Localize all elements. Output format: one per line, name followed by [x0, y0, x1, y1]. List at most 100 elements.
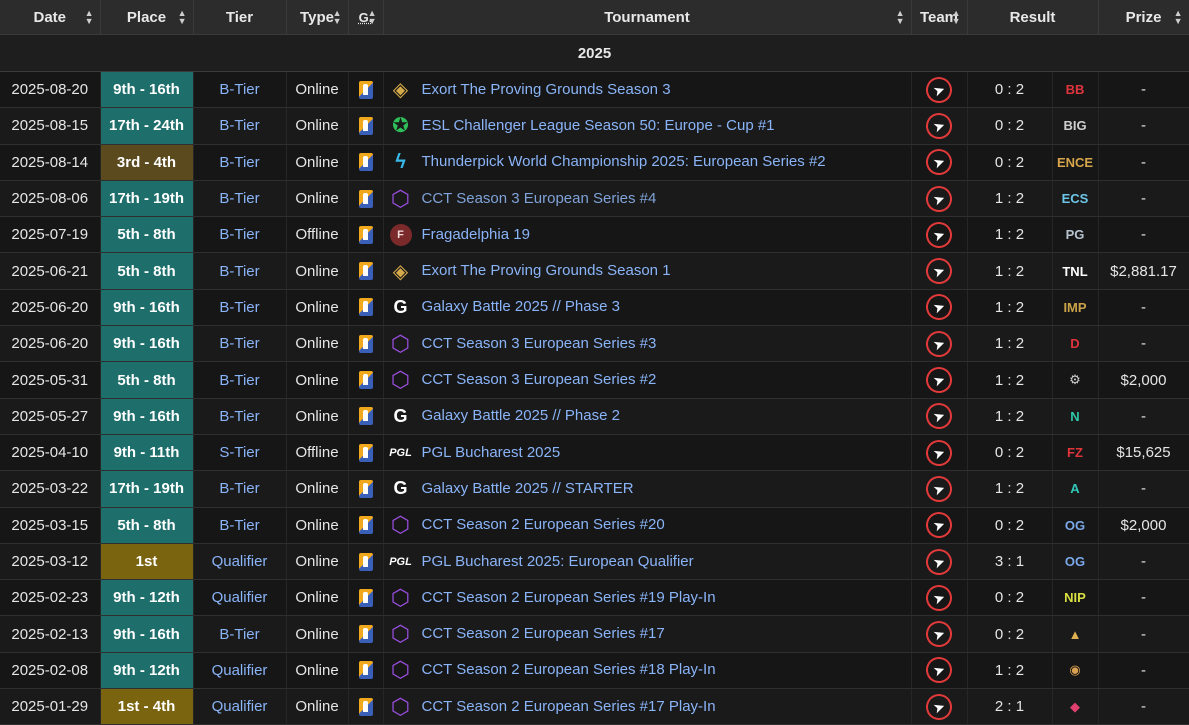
team-logo-icon[interactable]: ➤	[922, 653, 956, 688]
col-date[interactable]: Date ▲ ▼	[0, 0, 101, 35]
cct-icon[interactable]: ⬡	[388, 331, 414, 356]
col-prize[interactable]: Prize ▲ ▼	[1098, 0, 1189, 35]
team-logo-icon[interactable]: ➤	[922, 254, 956, 288]
tier-link[interactable]: Qualifier	[193, 688, 287, 725]
team-logo-icon[interactable]: ➤	[922, 109, 956, 143]
tier-link[interactable]: Qualifier	[193, 543, 287, 581]
team-logo-icon[interactable]: ➤	[922, 145, 956, 179]
opponent-logo-icon[interactable]: N	[1060, 403, 1090, 429]
sort-icon[interactable]: ▲ ▼	[368, 9, 377, 26]
cct-icon[interactable]: ⬡	[388, 694, 414, 719]
opponent-logo-icon[interactable]: BIG	[1060, 113, 1090, 139]
tier-link[interactable]: B-Tier	[193, 107, 287, 145]
table-row[interactable]: 2025-01-29 1st - 4th Qualifier Online ⬡ C…	[0, 688, 1189, 725]
tier-link[interactable]: Qualifier	[193, 652, 287, 690]
table-row[interactable]: 2025-03-12 1st Qualifier Online PGL PGL B…	[0, 543, 1189, 581]
tier-link[interactable]: B-Tier	[193, 398, 287, 435]
col-place[interactable]: Place ▲ ▼	[100, 0, 194, 35]
opponent-logo-icon[interactable]: ENCE	[1057, 149, 1093, 175]
tier-link[interactable]: B-Tier	[193, 71, 287, 109]
table-row[interactable]: 2025-08-15 17th - 24th B-Tier Online ✪ ES…	[0, 107, 1189, 145]
thunder-icon[interactable]: ϟ	[388, 150, 414, 174]
table-row[interactable]: 2025-02-23 9th - 12th Qualifier Online ⬡…	[0, 579, 1189, 617]
table-row[interactable]: 2025-05-27 9th - 16th B-Tier Online G Gal…	[0, 398, 1189, 435]
galaxy-icon[interactable]: G	[388, 477, 414, 501]
opponent-logo-icon[interactable]: BB	[1060, 77, 1090, 103]
table-row[interactable]: 2025-07-19 5th - 8th B-Tier Offline F Fra…	[0, 216, 1189, 254]
sort-icon[interactable]: ▲ ▼	[178, 9, 187, 26]
tournament-link[interactable]: Galaxy Battle 2025 // Phase 2	[422, 407, 620, 424]
tier-link[interactable]: B-Tier	[193, 144, 287, 181]
esl-icon[interactable]: ✪	[388, 114, 414, 138]
tournament-link[interactable]: Galaxy Battle 2025 // Phase 3	[422, 298, 620, 315]
team-logo-icon[interactable]: ➤	[922, 181, 956, 216]
col-game[interactable]: G. ▲ ▼	[348, 0, 384, 35]
tier-link[interactable]: B-Tier	[193, 615, 287, 653]
opponent-logo-icon[interactable]: TNL	[1060, 258, 1090, 284]
team-logo-icon[interactable]: ➤	[922, 508, 956, 542]
table-row[interactable]: 2025-06-21 5th - 8th B-Tier Online ◈ Exor…	[0, 252, 1189, 290]
tier-link[interactable]: S-Tier	[193, 434, 287, 472]
pgl-icon[interactable]: PGL	[388, 441, 414, 465]
tournament-link[interactable]: CCT Season 2 European Series #19 Play-In	[422, 589, 716, 606]
team-logo-icon[interactable]: ➤	[922, 435, 956, 470]
tournament-link[interactable]: Exort The Proving Grounds Season 1	[422, 262, 671, 279]
cct-icon[interactable]: ⬡	[388, 186, 414, 211]
galaxy-icon[interactable]: G	[388, 295, 414, 319]
cct-icon[interactable]: ⬡	[388, 657, 414, 682]
sort-icon[interactable]: ▲ ▼	[896, 9, 905, 26]
table-row[interactable]: 2025-05-31 5th - 8th B-Tier Online ⬡ CCT …	[0, 361, 1189, 399]
galaxy-icon[interactable]: G	[388, 404, 414, 428]
cct-icon[interactable]: ⬡	[388, 621, 414, 646]
team-logo-icon[interactable]: ➤	[922, 544, 956, 579]
tournament-link[interactable]: CCT Season 2 European Series #18 Play-In	[422, 661, 716, 678]
opponent-logo-icon[interactable]: NIP	[1060, 585, 1090, 611]
tournament-link[interactable]: CCT Season 2 European Series #17 Play-In	[422, 698, 716, 715]
tournament-link[interactable]: Exort The Proving Grounds Season 3	[422, 81, 671, 98]
cct-icon[interactable]: ⬡	[388, 512, 414, 537]
table-row[interactable]: 2025-02-08 9th - 12th Qualifier Online ⬡…	[0, 652, 1189, 690]
col-type[interactable]: Type ▲ ▼	[286, 0, 349, 35]
exort-icon[interactable]: ◈	[388, 259, 414, 283]
sort-icon[interactable]: ▲ ▼	[1174, 9, 1183, 26]
team-logo-icon[interactable]: ➤	[922, 72, 956, 107]
tournament-link[interactable]: CCT Season 3 European Series #2	[422, 371, 657, 388]
opponent-logo-icon[interactable]: ECS	[1060, 186, 1090, 212]
table-row[interactable]: 2025-08-20 9th - 16th B-Tier Online ◈ Exo…	[0, 71, 1189, 109]
tournament-link[interactable]: ESL Challenger League Season 50: Europe …	[422, 117, 775, 134]
opponent-logo-icon[interactable]: OG	[1060, 512, 1090, 538]
tournament-link[interactable]: PGL Bucharest 2025	[422, 444, 561, 461]
team-logo-icon[interactable]: ➤	[922, 290, 956, 325]
tier-link[interactable]: B-Tier	[193, 216, 287, 254]
cct-icon[interactable]: ⬡	[388, 367, 414, 392]
tournament-link[interactable]: CCT Season 3 European Series #3	[422, 335, 657, 352]
opponent-logo-icon[interactable]: ▲	[1060, 621, 1090, 647]
frag-icon[interactable]: F	[389, 223, 412, 246]
team-logo-icon[interactable]: ➤	[922, 690, 956, 724]
tournament-link[interactable]: CCT Season 2 European Series #17	[422, 625, 665, 642]
exort-icon[interactable]: ◈	[388, 78, 414, 102]
table-row[interactable]: 2025-03-15 5th - 8th B-Tier Online ⬡ CCT …	[0, 507, 1189, 544]
tier-link[interactable]: B-Tier	[193, 252, 287, 290]
table-row[interactable]: 2025-08-06 17th - 19th B-Tier Online ⬡ CC…	[0, 180, 1189, 218]
table-row[interactable]: 2025-06-20 9th - 16th B-Tier Online G Gal…	[0, 289, 1189, 327]
opponent-logo-icon[interactable]: PG	[1060, 222, 1090, 248]
col-team[interactable]: Team ▲ ▼	[911, 0, 968, 35]
team-logo-icon[interactable]: ➤	[922, 218, 956, 252]
table-row[interactable]: 2025-02-13 9th - 16th B-Tier Online ⬡ CCT…	[0, 615, 1189, 653]
tournament-link[interactable]: Thunderpick World Championship 2025: Eur…	[422, 153, 826, 170]
pgl-icon[interactable]: PGL	[388, 550, 414, 574]
sort-icon[interactable]: ▲ ▼	[85, 9, 94, 26]
team-logo-icon[interactable]: ➤	[922, 581, 956, 615]
col-tournament[interactable]: Tournament ▲ ▼	[383, 0, 912, 35]
tier-link[interactable]: B-Tier	[193, 325, 287, 363]
tournament-link[interactable]: PGL Bucharest 2025: European Qualifier	[422, 552, 694, 569]
cct-icon[interactable]: ⬡	[388, 585, 414, 610]
tournament-link[interactable]: CCT Season 3 European Series #4	[422, 190, 657, 207]
sort-icon[interactable]: ▲ ▼	[952, 9, 961, 26]
team-logo-icon[interactable]: ➤	[922, 399, 956, 433]
opponent-logo-icon[interactable]: OG	[1060, 549, 1090, 575]
table-row[interactable]: 2025-08-14 3rd - 4th B-Tier Online ϟ Thun…	[0, 144, 1189, 181]
opponent-logo-icon[interactable]: IMP	[1060, 294, 1090, 320]
table-row[interactable]: 2025-06-20 9th - 16th B-Tier Online ⬡ CCT…	[0, 325, 1189, 363]
